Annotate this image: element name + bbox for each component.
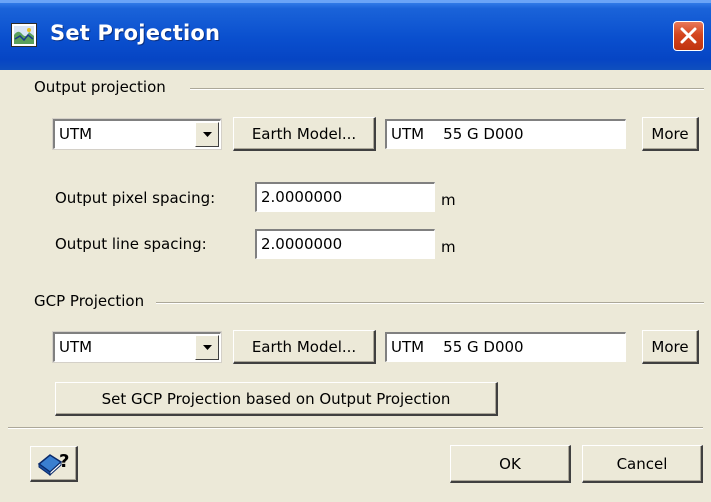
chevron-down-icon <box>203 345 212 350</box>
svg-text:?: ? <box>59 451 69 472</box>
gcp-projection-group-label: GCP Projection <box>34 292 145 310</box>
help-book-icon: ? <box>37 451 69 476</box>
ok-button[interactable]: OK <box>450 445 571 483</box>
gcp-projection-dropdown-button[interactable] <box>195 335 219 360</box>
title-bar-highlight <box>0 0 711 3</box>
projection-app-icon <box>11 23 37 47</box>
set-projection-dialog: Set Projection Output projection UTM Ear… <box>0 0 711 502</box>
gcp-projection-type-select[interactable]: UTM <box>52 331 222 363</box>
dialog-title: Set Projection <box>50 21 221 45</box>
gcp-projection-string-field[interactable]: UTM 55 G D000 <box>385 332 626 362</box>
output-line-spacing-unit: m <box>441 238 456 256</box>
output-earth-model-button[interactable]: Earth Model... <box>233 117 376 151</box>
output-line-spacing-label: Output line spacing: <box>55 235 207 253</box>
cancel-button[interactable]: Cancel <box>582 445 703 483</box>
close-button[interactable] <box>673 21 704 51</box>
gcp-earth-model-button[interactable]: Earth Model... <box>233 330 376 364</box>
output-projection-group-label: Output projection <box>34 78 166 96</box>
help-button[interactable]: ? <box>30 446 78 482</box>
gcp-projection-type-value: UTM <box>59 338 93 356</box>
output-pixel-spacing-input[interactable]: 2.0000000 <box>255 182 435 212</box>
chevron-down-icon <box>203 132 212 137</box>
footer-separator <box>8 427 703 429</box>
output-pixel-spacing-label: Output pixel spacing: <box>55 189 216 207</box>
close-icon <box>680 27 697 44</box>
output-projection-group-line <box>190 88 704 90</box>
output-projection-string-field[interactable]: UTM 55 G D000 <box>385 119 626 149</box>
output-projection-type-value: UTM <box>59 125 93 143</box>
output-line-spacing-input[interactable]: 2.0000000 <box>255 229 435 259</box>
gcp-more-button[interactable]: More <box>642 330 699 364</box>
output-pixel-spacing-unit: m <box>441 191 456 209</box>
output-projection-dropdown-button[interactable] <box>195 122 219 147</box>
output-projection-type-select[interactable]: UTM <box>52 118 222 150</box>
title-bar[interactable]: Set Projection <box>0 0 711 70</box>
output-more-button[interactable]: More <box>642 117 699 151</box>
gcp-projection-group-line <box>156 302 704 304</box>
set-gcp-from-output-button[interactable]: Set GCP Projection based on Output Proje… <box>55 382 498 416</box>
